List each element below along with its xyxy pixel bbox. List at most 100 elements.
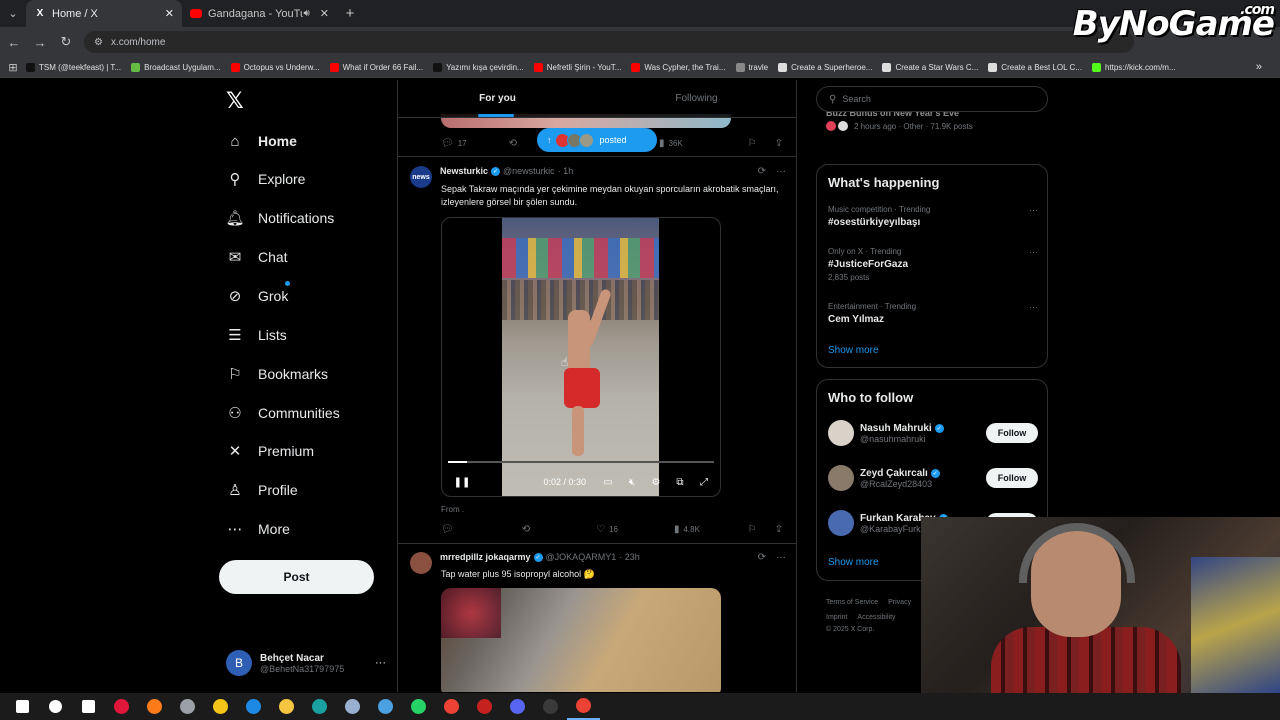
more-dots-icon[interactable]: ··· [375,657,386,669]
bookmark-item[interactable]: Yazımı kışa çevirdin... [433,62,524,72]
tweet-time[interactable]: · 1h [558,166,574,176]
taskbar-search-icon[interactable] [39,693,72,720]
file-explorer-icon[interactable] [270,693,303,720]
grok-icon[interactable]: ⟳ [758,166,766,177]
new-posts-pill[interactable]: ↑ posted [537,128,657,152]
reply-button[interactable]: 💬︎ [441,524,458,535]
trend-item[interactable]: Only on X · Trending #JusticeForGaza 2,835… [828,247,1038,282]
footer-link[interactable]: Privacy [888,599,911,606]
sidebar-item-grok[interactable]: ⊘ Grok [226,281,291,309]
reload-button[interactable]: ↻ [54,34,78,50]
mail-app-icon[interactable] [237,693,270,720]
sidebar-item-premium[interactable]: ✕ Premium [226,438,314,464]
edge-icon[interactable] [303,693,336,720]
footer-link[interactable]: Terms of Service [826,599,878,606]
address-bar[interactable]: ⚙ x.com/home [84,31,1134,53]
apps-grid-icon[interactable]: ⊞ [0,61,26,74]
site-info-icon[interactable]: ⚙ [94,37,103,48]
bookmark-button[interactable]: ⚐ [748,138,761,149]
tweet-author-handle[interactable]: @JOKAQARMY1 [546,552,617,562]
obs-icon[interactable] [534,693,567,720]
bookmark-item[interactable]: Create a Superheroe... [778,62,872,72]
sidebar-item-home[interactable]: ⌂ Home [226,128,296,154]
sidebar-item-profile[interactable]: ♙ Profile [226,477,297,503]
picture-in-picture-icon[interactable]: ⧉ [668,477,692,488]
bookmark-item[interactable]: TSM (@teekfeast) | T... [26,62,121,72]
sidebar-item-explore[interactable]: ⚲ Explore [226,166,306,192]
tweet-media-image[interactable] [441,588,721,692]
sidebar-item-communities[interactable]: ⚇ Communities [226,400,339,426]
monitor-icon[interactable] [336,693,369,720]
tab-following[interactable]: Following [597,80,796,117]
gmail-icon[interactable] [468,693,501,720]
follow-button[interactable]: Follow [986,468,1038,488]
bookmark-item[interactable]: Nefretli Şirin - YouT... [533,62,621,72]
pause-icon[interactable]: ❚❚ [450,477,474,488]
more-dots-icon[interactable]: ··· [1029,247,1038,257]
avatar[interactable]: news [410,166,432,188]
captions-icon[interactable]: ▭ [596,477,620,488]
discord-icon[interactable] [501,693,534,720]
repost-button[interactable]: ⟲ [509,138,521,149]
whatsapp-icon[interactable] [402,693,435,720]
more-dots-icon[interactable]: ··· [1029,205,1038,215]
tab-for-you[interactable]: For you [398,80,597,117]
sidebar-item-chat[interactable]: ✉ Chat [226,244,288,270]
more-dots-icon[interactable]: ··· [776,552,786,563]
trend-item[interactable]: Entertainment · Trending Cem Yılmaz ··· [828,302,1038,325]
trend-item[interactable]: Music competition · Trending #osestürkiye… [828,205,1038,228]
tab-close-icon[interactable]: ✕ [320,7,329,20]
more-dots-icon[interactable]: ··· [776,166,786,177]
sidebar-item-lists[interactable]: ☰ Lists [226,322,287,348]
sidebar-item-more[interactable]: ⋯ More [226,516,290,542]
speaker-icon[interactable]: 🔊︎ [303,8,309,19]
sidebar-item-bookmarks[interactable]: ⚐ Bookmarks [226,361,328,387]
tweet-author-name[interactable]: Newsturkic [440,166,488,176]
bookmark-item[interactable]: Create a Star Wars C... [882,62,978,72]
tab-close-icon[interactable]: ✕ [165,7,174,20]
video-progress-bar[interactable] [448,461,714,463]
grok-icon[interactable]: ⟳ [758,552,766,563]
mute-icon[interactable]: 🔇︎ [620,477,644,488]
repost-button[interactable]: ⟲ [522,524,534,535]
tweet-author-handle[interactable]: @newsturkic [503,166,555,176]
avatar[interactable] [410,552,432,574]
avatar[interactable] [828,420,854,446]
show-more-link[interactable]: Show more [828,345,879,356]
more-dots-icon[interactable]: ··· [1029,302,1038,312]
chrome-active-icon[interactable] [567,693,600,720]
bookmark-item[interactable]: Create a Best LOL C... [988,62,1082,72]
task-view-icon[interactable] [72,693,105,720]
forward-button[interactable]: → [28,35,52,50]
x-logo-icon[interactable]: 𝕏 [226,88,244,114]
bookmark-item[interactable]: Octopus vs Underw... [230,62,320,72]
firefox-icon[interactable] [138,693,171,720]
opera-gx-icon[interactable] [105,693,138,720]
bookmark-item[interactable]: What if Order 66 Fail... [329,62,423,72]
like-button[interactable]: ♡ 16 [596,524,618,535]
bookmark-item[interactable]: travle [735,62,768,72]
tweet-time[interactable]: · 23h [619,552,640,562]
search-input[interactable]: ⚲ Search [816,86,1048,112]
tab-youtube[interactable]: Gandagana - YouTube 🔊︎ ✕ [182,0,337,27]
avatar[interactable] [828,465,854,491]
tab-search-chevron-icon[interactable]: ⌄ [0,0,26,27]
tweet-author-name[interactable]: mrredpillz jokaqarmy [440,552,531,562]
store-icon[interactable] [204,693,237,720]
new-tab-button[interactable]: + [337,5,363,22]
reply-button[interactable]: 💬︎ 17 [441,138,467,149]
show-more-link[interactable]: Show more [828,557,879,568]
tab-home-x[interactable]: X Home / X ✕ [26,0,182,27]
footer-link[interactable]: Accessibility [857,614,895,621]
bookmark-item[interactable]: https://kick.com/m... [1091,62,1176,72]
video-player[interactable]: ❚❚ 0:02 / 0:30 ▭ 🔇︎ ⚙ ⧉ ⤢ [441,217,721,497]
bookmark-item[interactable]: Was Cypher, the Trai... [631,62,726,72]
bookmarks-overflow-icon[interactable]: » [1256,61,1262,73]
follow-suggestion[interactable]: Zeyd Çakırcalı ✓ @RcalZeyd28403 Follow [828,463,1038,493]
follow-suggestion[interactable]: Nasuh Mahruki ✓ @nasuhmahruki Follow [828,418,1038,448]
account-switcher[interactable]: B Behçet Nacar @BehetNa31797975 ··· [226,648,386,678]
chrome-icon[interactable] [435,693,468,720]
settings-icon[interactable]: ⚙ [644,477,668,488]
avatar[interactable] [828,510,854,536]
fullscreen-icon[interactable]: ⤢ [692,477,716,488]
